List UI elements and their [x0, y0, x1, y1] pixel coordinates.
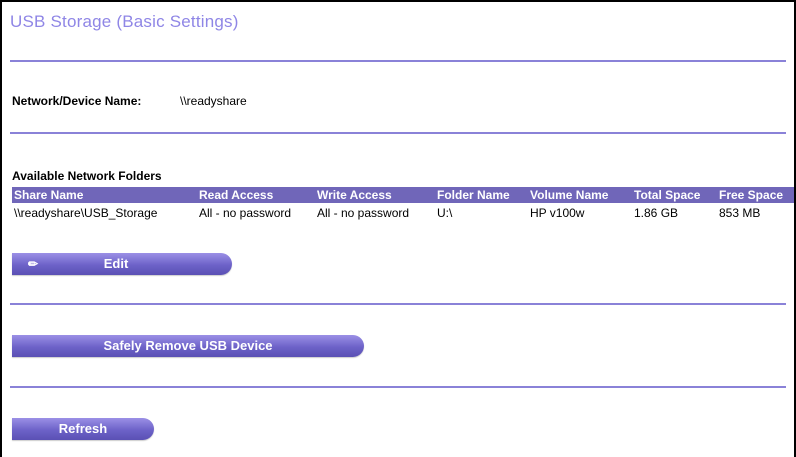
device-name-value: \\readyshare [180, 94, 247, 108]
column-header-volume-name: Volume Name [530, 188, 609, 202]
divider [10, 303, 786, 305]
column-header-read-access: Read Access [199, 188, 274, 202]
cell-folder-name: U:\ [437, 206, 453, 220]
cell-share-name: \\readyshare\USB_Storage [14, 206, 158, 220]
cell-volume-name: HP v100w [530, 206, 585, 220]
page-title: USB Storage (Basic Settings) [10, 12, 239, 31]
cell-write-access: All - no password [317, 206, 410, 220]
cell-free-space: 853 MB [719, 206, 761, 220]
divider [10, 386, 786, 388]
table-header: Share Name Read Access Write Access Fold… [12, 187, 794, 203]
edit-button-label: Edit [103, 256, 129, 271]
pencil-icon: ✏ [28, 257, 39, 271]
network-folders-table: Share Name Read Access Write Access Fold… [12, 187, 794, 223]
usb-storage-page: USB Storage (Basic Settings) Network/Dev… [0, 0, 796, 457]
safely-remove-button-label: Safely Remove USB Device [103, 338, 273, 353]
column-header-folder-name: Folder Name [437, 188, 510, 202]
refresh-button[interactable]: Refresh [12, 418, 154, 440]
column-header-share-name: Share Name [14, 188, 84, 202]
table-row[interactable]: \\readyshare\USB_Storage All - no passwo… [12, 203, 794, 223]
divider [10, 132, 786, 134]
column-header-total-space: Total Space [634, 188, 701, 202]
cell-read-access: All - no password [199, 206, 292, 220]
cell-total-space: 1.86 GB [634, 206, 679, 220]
folders-heading: Available Network Folders [12, 169, 162, 183]
edit-button[interactable]: ✏ Edit [12, 253, 232, 275]
column-header-free-space: Free Space [719, 188, 784, 202]
device-name-label: Network/Device Name: [12, 94, 142, 108]
refresh-button-label: Refresh [58, 421, 108, 436]
column-header-write-access: Write Access [317, 188, 392, 202]
divider [10, 60, 786, 62]
safely-remove-usb-button[interactable]: Safely Remove USB Device [12, 335, 364, 357]
